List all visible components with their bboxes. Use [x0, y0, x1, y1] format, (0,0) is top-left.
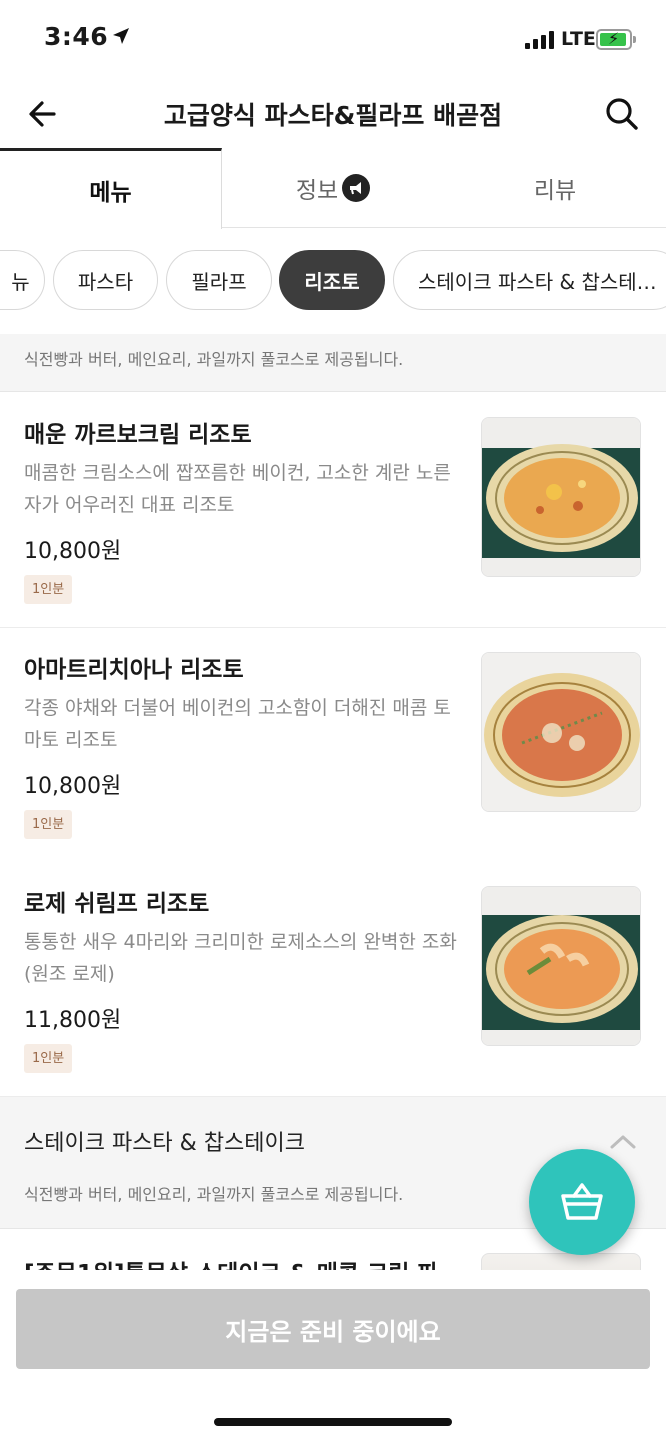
- status-time-text: 3:46: [44, 22, 109, 51]
- chip-pilaf[interactable]: 필라프: [166, 250, 272, 310]
- menu-item-photo: [481, 652, 641, 812]
- chip-label: 뉴: [11, 269, 30, 294]
- tab-menu[interactable]: 메뉴: [0, 148, 222, 229]
- menu-item-name: 로제 쉬림프 리조토: [24, 891, 210, 917]
- chip-prev[interactable]: 뉴: [0, 250, 45, 310]
- menu-item[interactable]: 매운 까르보크림 리조토 매콤한 크림소스에 짭쪼름한 베이컨, 고소한 계란 …: [0, 393, 666, 628]
- menu-item-photo: [481, 886, 641, 1046]
- basket-icon: [561, 1183, 603, 1220]
- chip-label: 스테이크 파스타 & 찹스테…: [418, 269, 657, 294]
- tab-info[interactable]: 정보: [222, 148, 444, 228]
- menu-item-desc: 각종 야채와 더불어 베이컨의 고소함이 더해진 매콤 토마토 리조토: [24, 697, 451, 751]
- menu-item-price: 10,800원: [24, 774, 122, 799]
- location-arrow-icon: [112, 22, 130, 51]
- menu-item-desc: 매콤한 크림소스에 짭쪼름한 베이컨, 고소한 계란 노른자가 어우러진 대표 …: [24, 462, 451, 516]
- chip-risotto[interactable]: 리조토: [279, 250, 385, 310]
- tab-bar: 메뉴 정보 리뷰: [0, 148, 666, 229]
- menu-item-desc: 통통한 새우 4마리와 크리미한 로제소스의 완벽한 조화(원조 로제): [24, 931, 457, 985]
- tab-label: 리뷰: [533, 178, 577, 204]
- menu-item-photo: [481, 417, 641, 577]
- tab-label: 정보: [295, 178, 339, 204]
- status-time: 3:46: [44, 22, 130, 51]
- tab-label: 메뉴: [89, 180, 132, 206]
- serving-tag: 1인분: [24, 575, 73, 604]
- menu-item[interactable]: 로제 쉬림프 리조토 통통한 새우 4마리와 크리미한 로제소스의 완벽한 조화…: [0, 862, 666, 1097]
- chip-label: 리조토: [304, 269, 360, 294]
- serving-tag: 1인분: [24, 1044, 73, 1073]
- search-button[interactable]: [600, 92, 644, 136]
- store-title: 고급양식 파스타&필라프 배곧점: [163, 101, 503, 130]
- chevron-up-icon[interactable]: [608, 1129, 638, 1153]
- tab-review[interactable]: 리뷰: [444, 148, 666, 228]
- category-note-text: 식전빵과 버터, 메인요리, 과일까지 풀코스로 제공됩니다.: [24, 350, 404, 369]
- section-note: 식전빵과 버터, 메인요리, 과일까지 풀코스로 제공됩니다.: [24, 1185, 404, 1204]
- menu-item[interactable]: 아마트리치아나 리조토 각종 야채와 더불어 베이컨의 고소함이 더해진 매콤 …: [0, 628, 666, 863]
- section-title: 스테이크 파스타 & 찹스테이크: [24, 1131, 306, 1156]
- megaphone-icon: [342, 174, 371, 202]
- menu-item-name: 아마트리치아나 리조토: [24, 657, 244, 683]
- chip-pasta[interactable]: 파스타: [53, 250, 158, 310]
- cart-button[interactable]: [529, 1149, 635, 1255]
- signal-icon: [525, 31, 555, 49]
- menu-item-name: 매운 까르보크림 리조토: [24, 422, 252, 448]
- status-bar: 3:46 LTE ⚡: [0, 0, 666, 80]
- category-note: 식전빵과 버터, 메인요리, 과일까지 풀코스로 제공됩니다.: [0, 334, 666, 392]
- chip-label: 파스타: [77, 269, 134, 294]
- menu-item-price: 10,800원: [24, 539, 122, 564]
- bottom-bar: 지금은 준비 중이에요: [0, 1270, 666, 1440]
- network-label: LTE: [561, 28, 596, 50]
- home-indicator: [214, 1418, 452, 1426]
- order-button[interactable]: 지금은 준비 중이에요: [16, 1289, 650, 1369]
- header: 고급양식 파스타&필라프 배곧점: [0, 80, 666, 148]
- search-icon: [606, 98, 638, 130]
- menu-item-price: 11,800원: [24, 1008, 122, 1033]
- serving-tag: 1인분: [24, 810, 73, 839]
- battery-icon: ⚡: [596, 29, 636, 50]
- chip-steak-pasta[interactable]: 스테이크 파스타 & 찹스테…: [393, 250, 666, 310]
- category-chips: 뉴 파스타 필라프 리조토 스테이크 파스타 & 찹스테…: [0, 250, 666, 312]
- chip-label: 필라프: [191, 269, 247, 294]
